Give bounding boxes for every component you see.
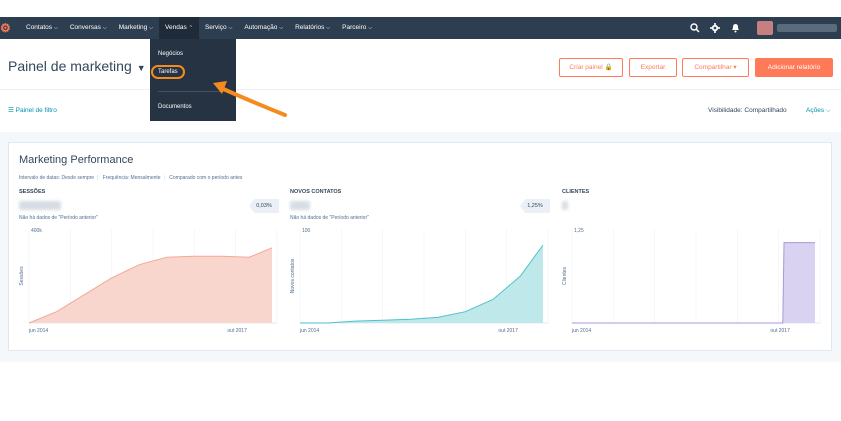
- change-badge: 0,03%: [249, 199, 279, 213]
- lock-icon: 🔒: [604, 64, 613, 71]
- chevron-down-icon: ⌵: [279, 25, 284, 31]
- export-button[interactable]: Exportar: [629, 58, 677, 77]
- sessions-panel: SESSÕES 0,03% Não há dados de "Período a…: [19, 189, 279, 349]
- gear-icon[interactable]: [705, 17, 725, 39]
- nav-label: Contatos: [26, 24, 53, 31]
- button-label: Criar painel: [569, 64, 603, 71]
- dashboard-header: Painel de marketing ▼ Criar painel 🔒 Expo…: [0, 55, 841, 85]
- y-axis-label: Novos contatos: [290, 258, 296, 293]
- add-report-button[interactable]: Adicionar relatório: [755, 58, 833, 77]
- panel-title: NOVOS CONTATOS: [290, 189, 342, 195]
- nav-item-automacao[interactable]: Automação ⌵: [238, 17, 289, 39]
- avatar: [757, 21, 773, 35]
- bell-icon[interactable]: [725, 17, 745, 39]
- y-tick-label: 400k: [31, 228, 42, 234]
- nav-item-vendas[interactable]: Vendas ⌃: [159, 17, 199, 39]
- user-menu[interactable]: [757, 17, 841, 39]
- x-tick-label: out 2017: [498, 328, 518, 334]
- new-contacts-panel: NOVOS CONTATOS 1,25% Não há dados de "Pe…: [290, 189, 550, 349]
- nav-label: Relatórios: [295, 24, 325, 31]
- nav-label: Marketing: [118, 24, 148, 31]
- nav-item-relatorios[interactable]: Relatórios ⌵: [289, 17, 336, 39]
- nav-label: Serviço: [204, 24, 227, 31]
- x-tick-label: jun 2014: [299, 328, 319, 334]
- button-label: Compartilhar: [694, 64, 732, 71]
- dashboard-title-dropdown[interactable]: Painel de marketing ▼: [8, 58, 146, 74]
- header-divider: [0, 89, 841, 90]
- panel-title: SESSÕES: [19, 189, 46, 195]
- chevron-down-icon: ⌵: [228, 25, 233, 31]
- user-name-redacted: [777, 24, 837, 32]
- filter-icon: ☰: [8, 107, 14, 114]
- value-redacted: [19, 201, 61, 210]
- nav-label: Conversas: [69, 24, 101, 31]
- no-data-note: Não há dados de "Período anterior": [19, 215, 98, 221]
- value-redacted: [290, 201, 310, 210]
- filter-label: Painel de filtro: [15, 107, 57, 114]
- chevron-up-icon: ⌃: [188, 25, 193, 31]
- create-dashboard-button[interactable]: Criar painel 🔒: [559, 58, 623, 77]
- nav-label: Vendas: [165, 24, 187, 31]
- report-meta: Intervalo de datas: Desde sempre | Frequê…: [19, 175, 243, 181]
- actions-label: Ações: [806, 107, 825, 114]
- main-nav: Contatos ⌵ Conversas ⌵ Marketing ⌵ Vendas ⌃ …: [20, 17, 378, 39]
- button-label: Exportar: [640, 64, 666, 71]
- marketing-performance-report: Marketing Performance Intervalo de datas…: [8, 142, 832, 351]
- x-tick-label: jun 2014: [571, 328, 591, 334]
- y-axis-label: Clientes: [562, 266, 568, 285]
- y-axis-label: Sessões: [19, 266, 25, 286]
- y-tick-label: 100: [302, 228, 311, 234]
- actions-dropdown[interactable]: Ações ⌵: [806, 107, 831, 115]
- chevron-down-icon: ⌵: [368, 25, 373, 31]
- chevron-down-icon: ⌵: [326, 25, 331, 31]
- chevron-down-icon: ⌵: [102, 25, 107, 31]
- menu-item-negocios[interactable]: Negócios: [158, 51, 183, 57]
- search-icon[interactable]: [685, 17, 705, 39]
- filter-row: ☰ Painel de filtro Visibilidade: Compart…: [0, 104, 841, 118]
- top-navigation-bar: ⚙ Contatos ⌵ Conversas ⌵ Marketing ⌵ Vendas…: [0, 17, 841, 39]
- comparison: Comparado com o período antes: [169, 175, 243, 181]
- chevron-down-icon: ⌵: [54, 25, 58, 31]
- chevron-down-icon: ⌵: [825, 107, 831, 114]
- value-redacted: [562, 201, 568, 210]
- visibility-label: Visibilidade:: [708, 107, 743, 114]
- menu-item-documentos[interactable]: Documentos: [158, 104, 192, 110]
- nav-item-marketing[interactable]: Marketing ⌵: [113, 17, 159, 39]
- x-tick-label: jun 2014: [28, 328, 48, 334]
- panel-title: CLIENTES: [562, 189, 590, 195]
- no-data-note: Não há dados de "Período anterior": [290, 215, 369, 221]
- nav-item-parceiro[interactable]: Parceiro ⌵: [336, 17, 378, 39]
- button-label: Adicionar relatório: [767, 64, 821, 71]
- page-title: Painel de marketing: [8, 58, 132, 74]
- nav-item-contatos[interactable]: Contatos ⌵: [20, 17, 64, 39]
- x-tick-label: out 2017: [227, 328, 247, 334]
- chevron-down-icon: ⌵: [149, 25, 154, 31]
- filter-dashboard-link[interactable]: ☰ Painel de filtro: [8, 106, 57, 114]
- report-title: Marketing Performance: [19, 154, 134, 166]
- share-dropdown-button[interactable]: Compartilhar ▾: [682, 58, 749, 77]
- caret-down-icon: ▾: [733, 64, 737, 71]
- sessions-chart: Sessões 400k jun 2014 out 2017: [19, 228, 278, 334]
- annotation-arrow: [213, 81, 287, 117]
- date-range: Intervalo de datas: Desde sempre: [19, 175, 95, 181]
- y-tick-label: 1,25: [574, 228, 584, 234]
- visibility-value: Compartilhado: [744, 107, 787, 114]
- x-tick-label: out 2017: [770, 328, 790, 334]
- caret-down-icon: ▼: [136, 63, 146, 73]
- nav-label: Parceiro: [342, 24, 367, 31]
- tarefas-highlight-ring: [151, 65, 185, 79]
- customers-chart: Clientes 1,25 jun 2014 out 2017: [562, 228, 821, 334]
- customers-panel: CLIENTES Clientes 1,25 jun 2014 out 2017: [562, 189, 822, 349]
- hubspot-sprocket-icon[interactable]: ⚙: [0, 20, 11, 36]
- nav-item-servico[interactable]: Serviço ⌵: [199, 17, 238, 39]
- frequency: Frequência: Mensalmente: [102, 175, 161, 181]
- change-badge: 1,25%: [520, 199, 550, 213]
- nav-item-conversas[interactable]: Conversas ⌵: [64, 17, 113, 39]
- new-contacts-chart: Novos contatos 100 jun 2014 out 2017: [290, 228, 549, 334]
- top-right-icons: [685, 17, 841, 39]
- visibility-info: Visibilidade: Compartilhado: [708, 107, 787, 114]
- series-area: [29, 247, 272, 323]
- nav-label: Automação: [244, 24, 278, 31]
